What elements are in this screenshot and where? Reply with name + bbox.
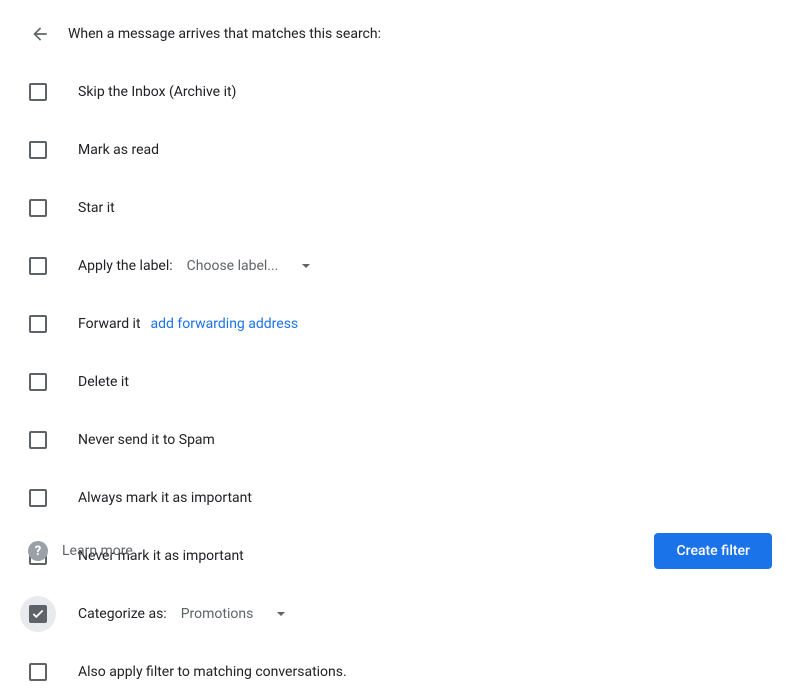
chevron-down-icon	[302, 264, 310, 268]
label-mark-read: Mark as read	[78, 142, 159, 158]
label-categorize: Categorize as:	[78, 606, 167, 622]
label-never-spam: Never send it to Spam	[78, 432, 215, 448]
label-delete: Delete it	[78, 374, 129, 390]
dropdown-categorize[interactable]: Promotions	[177, 604, 290, 624]
option-star: Star it	[28, 190, 772, 226]
create-filter-button[interactable]: Create filter	[654, 533, 772, 569]
chevron-down-icon	[277, 612, 285, 616]
label-star: Star it	[78, 200, 115, 216]
learn-more-text: Learn more	[62, 543, 133, 559]
checkbox-always-important[interactable]	[29, 489, 47, 507]
checkbox-categorize[interactable]	[29, 605, 47, 623]
dropdown-choose-label[interactable]: Choose label...	[183, 256, 315, 276]
dropdown-categorize-text: Promotions	[181, 606, 254, 622]
checkbox-mark-read[interactable]	[29, 141, 47, 159]
checkbox-skip-inbox[interactable]	[29, 83, 47, 101]
label-skip-inbox: Skip the Inbox (Archive it)	[78, 84, 236, 100]
learn-more-link[interactable]: ? Learn more	[28, 541, 133, 561]
checkbox-apply-label[interactable]	[29, 257, 47, 275]
option-also-apply: Also apply filter to matching conversati…	[28, 654, 772, 690]
option-never-spam: Never send it to Spam	[28, 422, 772, 458]
option-forward: Forward it add forwarding address	[28, 306, 772, 342]
link-add-forwarding-address[interactable]: add forwarding address	[151, 316, 299, 332]
checkbox-also-apply[interactable]	[29, 663, 47, 681]
checkbox-never-spam[interactable]	[29, 431, 47, 449]
dropdown-choose-label-text: Choose label...	[187, 258, 279, 274]
checkbox-star[interactable]	[29, 199, 47, 217]
help-icon: ?	[28, 541, 48, 561]
back-arrow-icon[interactable]	[30, 24, 50, 44]
option-delete: Delete it	[28, 364, 772, 400]
option-skip-inbox: Skip the Inbox (Archive it)	[28, 74, 772, 110]
option-categorize: Categorize as: Promotions	[28, 596, 772, 632]
option-apply-label: Apply the label: Choose label...	[28, 248, 772, 284]
header-title: When a message arrives that matches this…	[68, 26, 381, 42]
label-forward: Forward it	[78, 316, 141, 332]
checkbox-delete[interactable]	[29, 373, 47, 391]
label-also-apply: Also apply filter to matching conversati…	[78, 664, 347, 680]
label-apply-label: Apply the label:	[78, 258, 173, 274]
option-always-important: Always mark it as important	[28, 480, 772, 516]
option-mark-read: Mark as read	[28, 132, 772, 168]
label-always-important: Always mark it as important	[78, 490, 252, 506]
checkbox-forward[interactable]	[29, 315, 47, 333]
